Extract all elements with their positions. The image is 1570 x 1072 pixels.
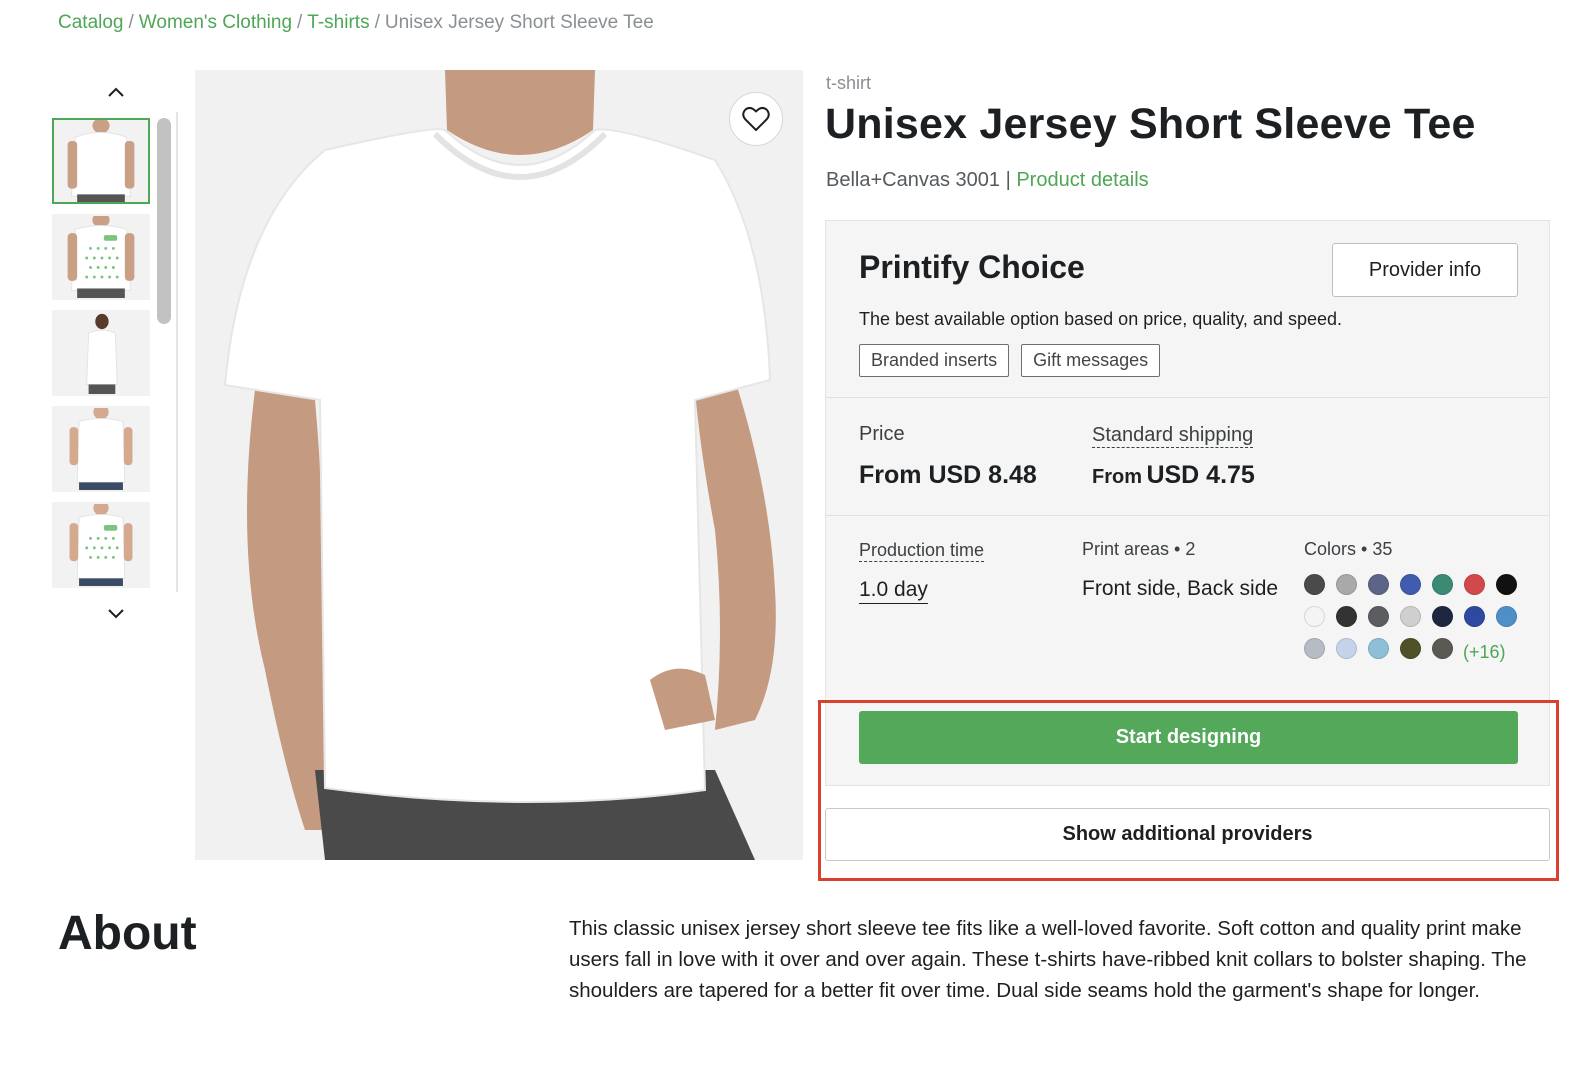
provider-tags: Branded inserts Gift messages xyxy=(859,344,1161,377)
tshirt-thumbnail-image xyxy=(54,120,148,202)
production-time-value[interactable]: 1.0 day xyxy=(859,577,928,604)
tshirt-thumbnail-image xyxy=(54,312,148,394)
thumbnails-down-button[interactable] xyxy=(104,604,128,624)
main-product-image xyxy=(195,70,803,860)
tag-gift-messages: Gift messages xyxy=(1021,344,1161,377)
color-swatch[interactable] xyxy=(1400,638,1421,659)
color-swatch[interactable] xyxy=(1432,606,1453,627)
thumbnail-female-front-plain[interactable] xyxy=(52,406,150,492)
favorite-button[interactable] xyxy=(729,92,783,146)
tshirt-thumbnail-image xyxy=(54,504,148,586)
color-swatch[interactable] xyxy=(1336,606,1357,627)
tshirt-thumbnail-image xyxy=(54,408,148,490)
print-areas-label: Print areas • 2 xyxy=(1082,539,1196,559)
thumbnails-up-button[interactable] xyxy=(104,82,128,102)
color-swatch[interactable] xyxy=(1464,574,1485,595)
shipping-value: From USD 4.75 xyxy=(1092,461,1255,490)
breadcrumb-separator: / xyxy=(297,12,303,33)
start-designing-button[interactable]: Start designing xyxy=(859,711,1518,764)
color-swatch[interactable] xyxy=(1464,606,1485,627)
thumbnails-scrollbar[interactable] xyxy=(157,118,171,324)
product-type: t-shirt xyxy=(826,73,871,93)
price-label: Price xyxy=(859,423,905,445)
more-colors-link[interactable]: (+16) xyxy=(1463,642,1506,663)
thumbnails-divider xyxy=(176,112,178,592)
color-swatch[interactable] xyxy=(1304,638,1325,659)
production-time-label[interactable]: Production time xyxy=(859,539,985,562)
chevron-up-icon xyxy=(108,87,124,97)
provider-name: Printify Choice xyxy=(859,249,1085,285)
breadcrumb-tshirts[interactable]: T-shirts xyxy=(307,12,369,33)
thumbnail-female-front-pattern[interactable] xyxy=(52,502,150,588)
divider xyxy=(826,397,1549,398)
color-swatch[interactable] xyxy=(1368,574,1389,595)
breadcrumb: Catalog / Women's Clothing / T-shirts / Unisex… xyxy=(58,12,654,34)
breadcrumb-separator: / xyxy=(374,12,380,33)
color-swatch[interactable] xyxy=(1432,574,1453,595)
tshirt-model-photo xyxy=(195,70,803,860)
heart-icon xyxy=(742,106,770,131)
product-details-link[interactable]: Product details xyxy=(1016,169,1148,191)
color-swatch[interactable] xyxy=(1336,638,1357,659)
shipping-label[interactable]: Standard shipping xyxy=(1092,423,1254,448)
color-swatch[interactable] xyxy=(1304,574,1325,595)
color-swatch[interactable] xyxy=(1496,574,1517,595)
show-additional-providers-button[interactable]: Show additional providers xyxy=(825,808,1550,861)
price-value: From USD 8.48 xyxy=(859,461,1037,489)
color-swatch[interactable] xyxy=(1432,638,1453,659)
provider-card: Printify Choice Provider info The best a… xyxy=(825,220,1550,786)
colors-label: Colors • 35 xyxy=(1304,539,1393,559)
tshirt-thumbnail-image xyxy=(54,216,148,298)
color-swatch[interactable] xyxy=(1400,606,1421,627)
print-areas-value: Front side, Back side xyxy=(1082,577,1279,600)
provider-description: The best available option based on price… xyxy=(859,309,1342,329)
shipping-from: From xyxy=(1092,466,1142,488)
thumbnail-front-plain[interactable] xyxy=(52,118,150,204)
color-swatch[interactable] xyxy=(1368,638,1389,659)
thumbnail-side-view[interactable] xyxy=(52,310,150,396)
product-title: Unisex Jersey Short Sleeve Tee xyxy=(825,100,1476,148)
tag-branded-inserts: Branded inserts xyxy=(859,344,1010,377)
color-swatch[interactable] xyxy=(1368,606,1389,627)
breadcrumb-womens-clothing[interactable]: Women's Clothing xyxy=(139,12,292,33)
provider-info-button[interactable]: Provider info xyxy=(1332,243,1518,297)
color-swatch[interactable] xyxy=(1400,574,1421,595)
subline-separator: | xyxy=(1005,169,1011,191)
divider xyxy=(826,515,1549,516)
breadcrumb-separator: / xyxy=(128,12,134,33)
color-swatch[interactable] xyxy=(1496,606,1517,627)
brand-model: Bella+Canvas 3001 xyxy=(826,169,1001,191)
about-text: This classic unisex jersey short sleeve … xyxy=(569,917,1527,1002)
thumbnail-front-pattern[interactable] xyxy=(52,214,150,300)
product-subline: Bella+Canvas 3001 | Product details xyxy=(826,169,1149,192)
shipping-amount: USD 4.75 xyxy=(1146,461,1255,489)
color-swatch[interactable] xyxy=(1336,574,1357,595)
thumbnail-list xyxy=(52,118,150,592)
breadcrumb-current: Unisex Jersey Short Sleeve Tee xyxy=(384,12,654,33)
chevron-down-icon xyxy=(108,609,124,619)
breadcrumb-catalog[interactable]: Catalog xyxy=(58,12,124,33)
about-title: About xyxy=(58,907,197,960)
color-swatch[interactable] xyxy=(1304,606,1325,627)
